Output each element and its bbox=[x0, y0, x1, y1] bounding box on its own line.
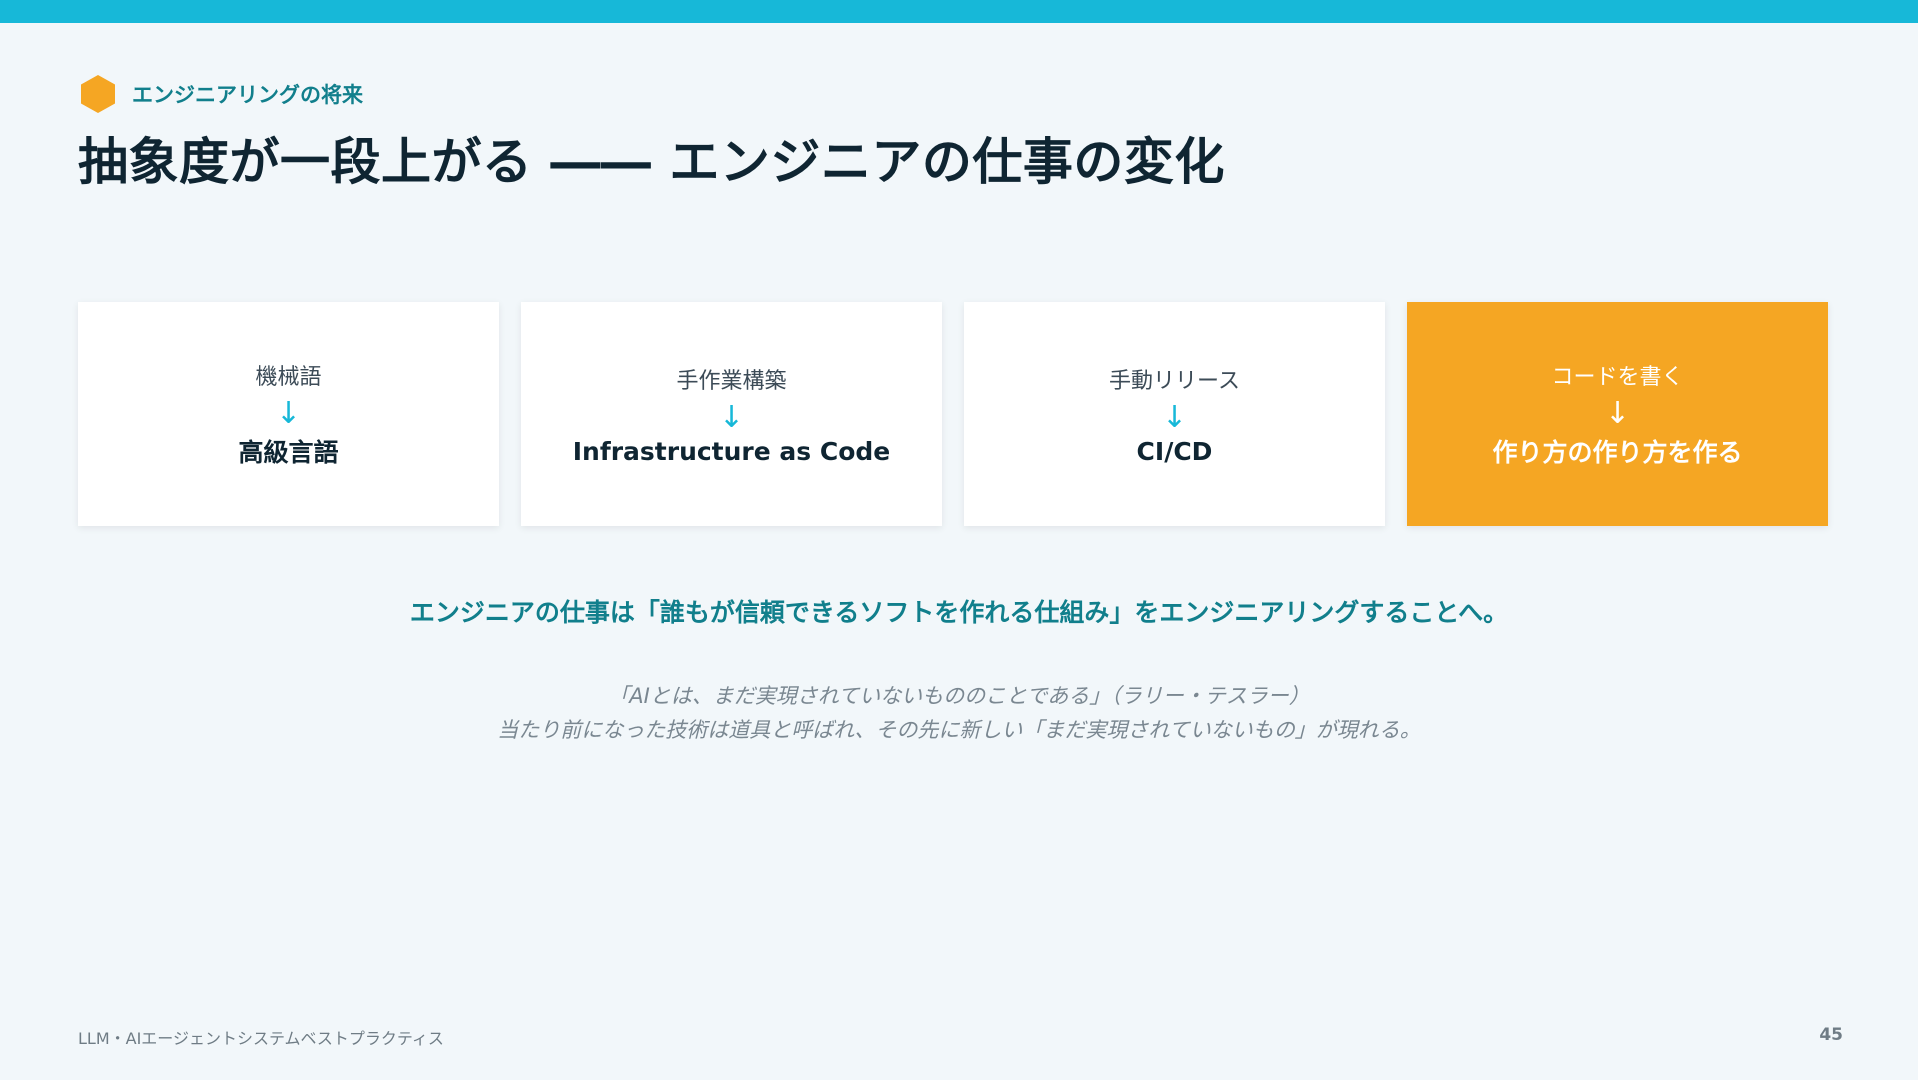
quote-line: 「AIとは、まだ実現されていないもののことである」（ラリー・テスラー） bbox=[608, 684, 1310, 708]
down-arrow-icon: ↓ bbox=[1604, 396, 1631, 431]
card-from-label: コードを書く bbox=[1551, 365, 1684, 390]
transition-card: 手動リリース ↓ CI/CD bbox=[964, 302, 1385, 526]
down-arrow-icon: ↓ bbox=[1161, 399, 1188, 435]
transition-card: 手作業構築 ↓ Infrastructure as Code bbox=[521, 302, 942, 526]
top-accent-bar bbox=[0, 0, 1918, 23]
card-to-label: 作り方の作り方を作る bbox=[1492, 438, 1743, 467]
transition-card-highlighted: コードを書く ↓ 作り方の作り方を作る bbox=[1407, 302, 1828, 526]
card-to-label: 高級言語 bbox=[238, 438, 339, 467]
page-number: 45 bbox=[1819, 1025, 1843, 1045]
card-to-label: Infrastructure as Code bbox=[572, 436, 891, 466]
hexagon-icon bbox=[81, 75, 115, 113]
down-arrow-icon: ↓ bbox=[275, 396, 302, 431]
card-from-label: 機械語 bbox=[255, 365, 322, 390]
card-to-label: CI/CD bbox=[1136, 436, 1213, 466]
card-from-label: 手作業構築 bbox=[676, 368, 787, 394]
quote-block: 「AIとは、まだ実現されていないもののことである」（ラリー・テスラー） 当たり前… bbox=[0, 679, 1918, 747]
down-arrow-icon: ↓ bbox=[718, 399, 745, 435]
transition-cards: 機械語 ↓ 高級言語 手作業構築 ↓ Infrastructure as Cod… bbox=[78, 302, 1828, 526]
section-header: エンジニアリングの将来 bbox=[78, 74, 363, 114]
section-label: エンジニアリングの将来 bbox=[132, 83, 363, 107]
conclusion-text: エンジニアの仕事は「誰もが信頼できるソフトを作れる仕組み」をエンジニアリングする… bbox=[409, 598, 1509, 627]
transition-card: 機械語 ↓ 高級言語 bbox=[78, 302, 499, 526]
footer-deck-title: LLM・AIエージェントシステムベストプラクティス bbox=[78, 1029, 444, 1048]
quote-line: 当たり前になった技術は道具と呼ばれ、その先に新しい「まだ実現されていないもの」が… bbox=[497, 718, 1421, 742]
card-from-label: 手動リリース bbox=[1109, 368, 1240, 394]
slide-title: 抽象度が一段上がる ―― エンジニアの仕事の変化 bbox=[78, 133, 1225, 191]
